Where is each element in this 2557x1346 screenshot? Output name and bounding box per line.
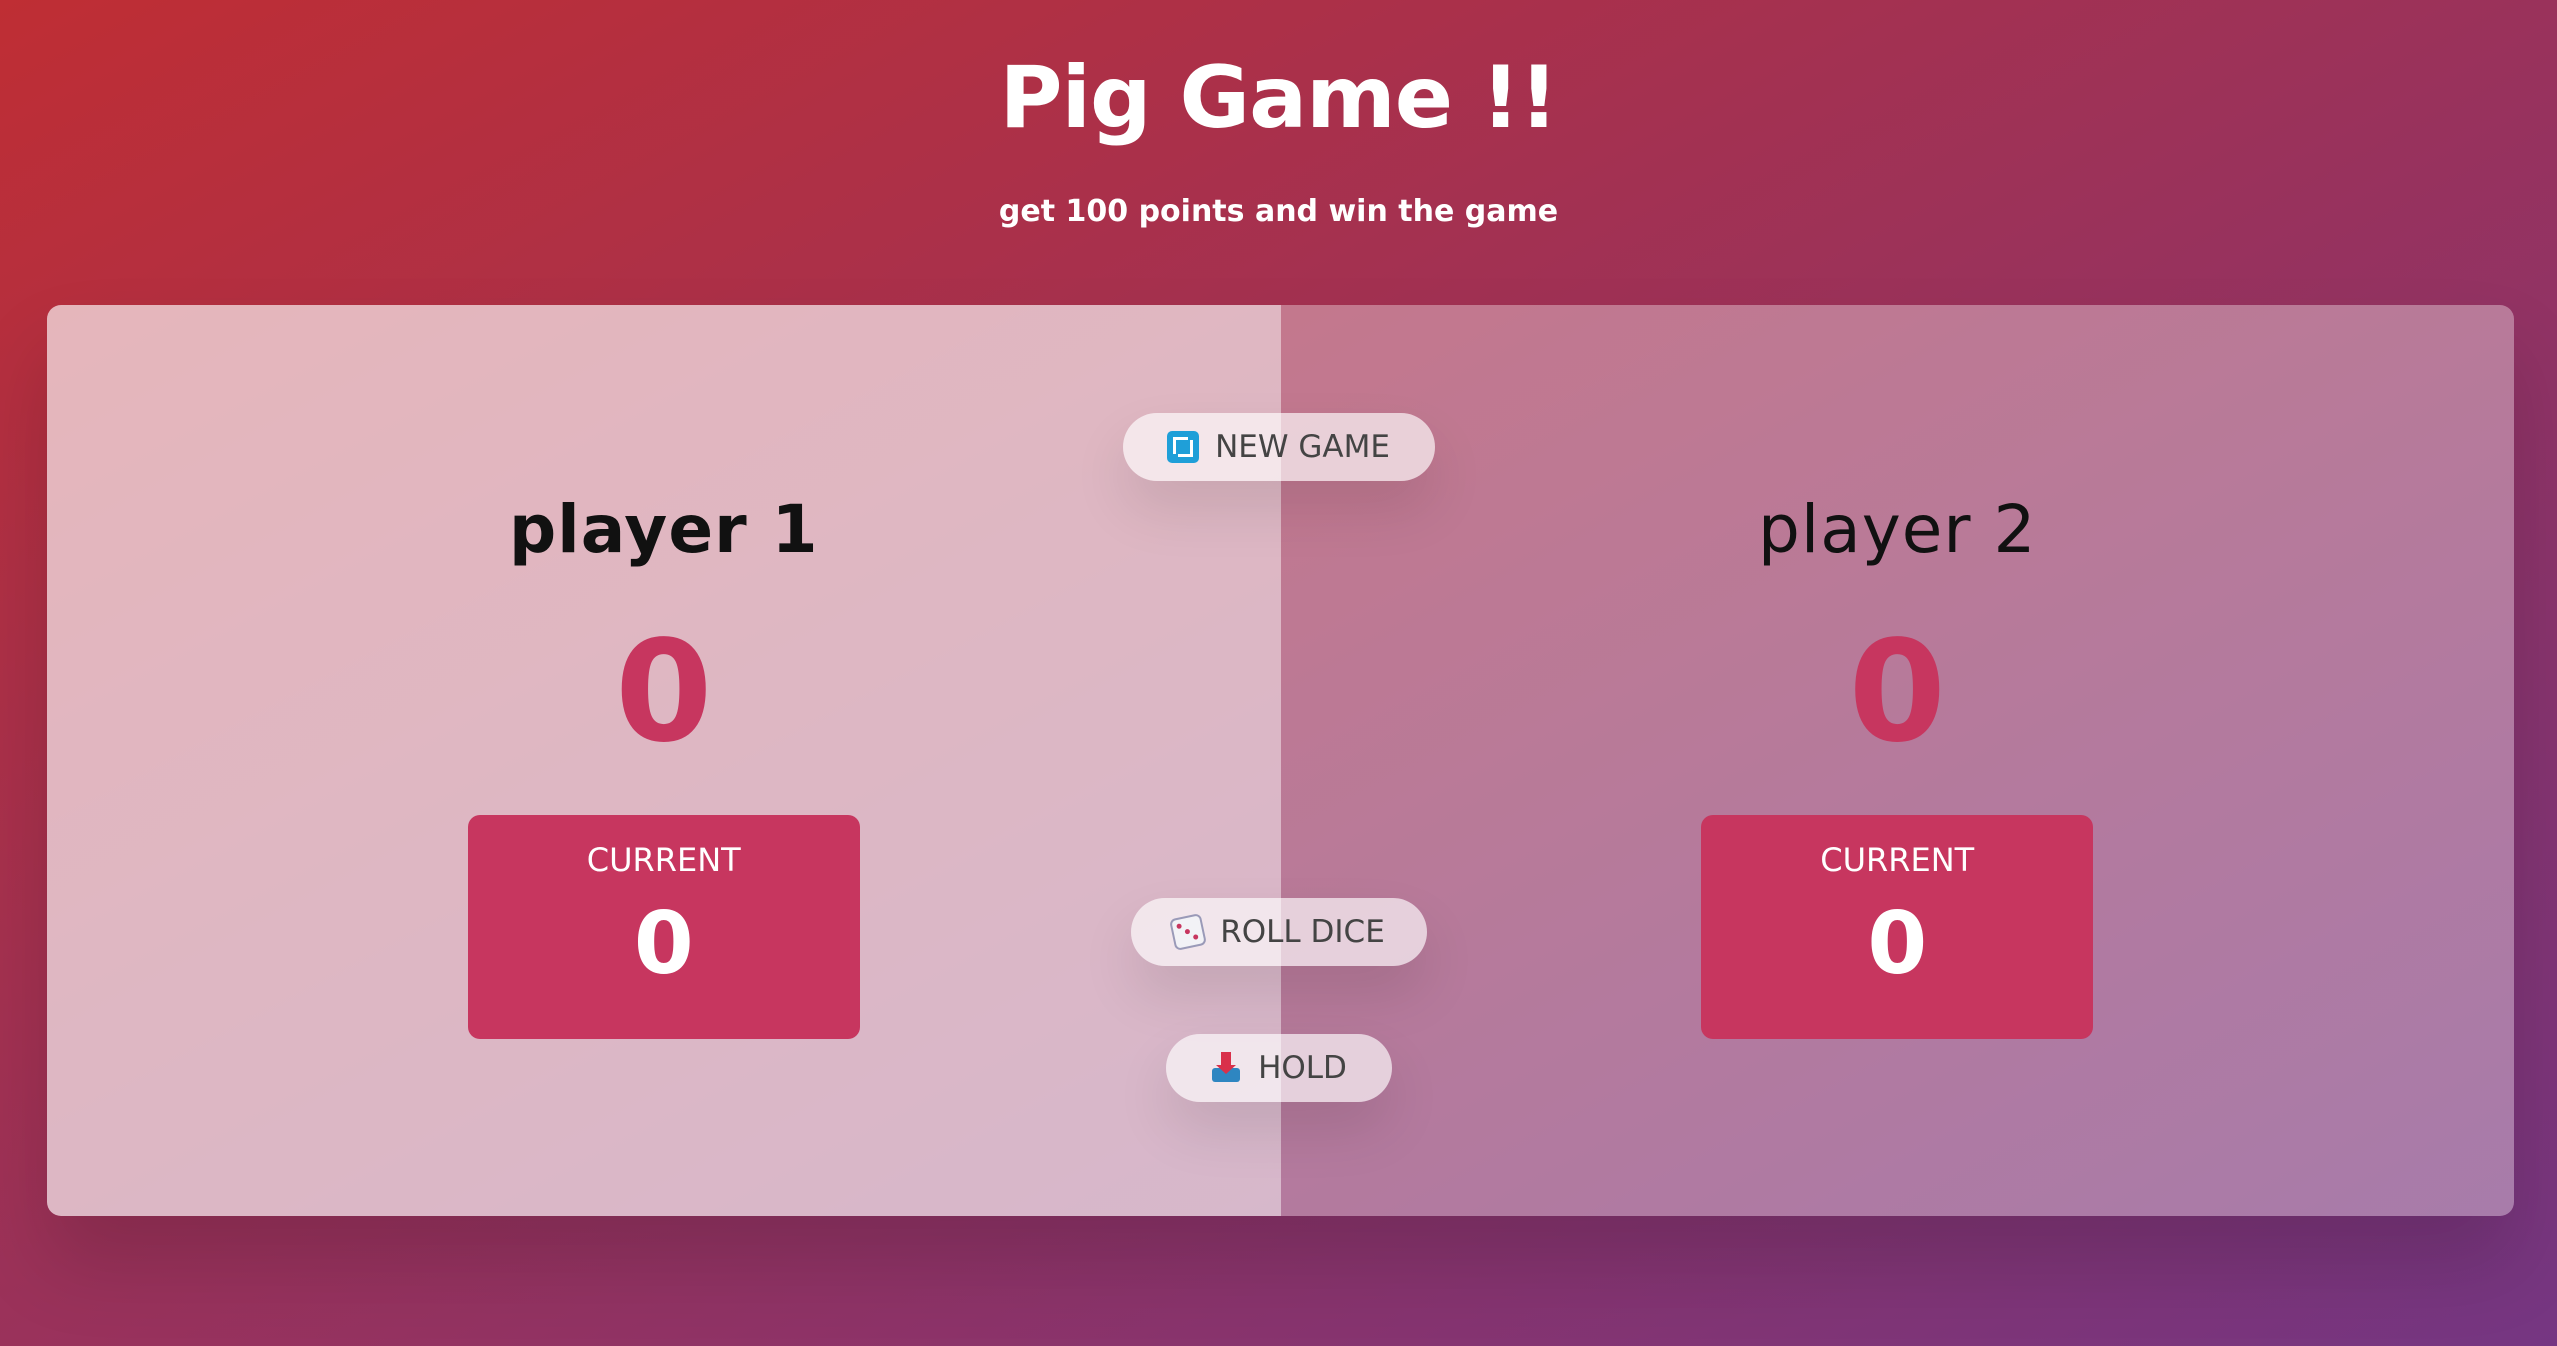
page-subtitle: get 100 points and win the game	[998, 194, 1559, 229]
hold-button[interactable]: HOLD	[1165, 1034, 1392, 1102]
player-1-current-box: CURRENT 0	[467, 815, 860, 1039]
refresh-icon	[1167, 431, 1200, 463]
player-1-panel: player 1 0 CURRENT 0	[47, 305, 1281, 1216]
player-1-name: player 1	[508, 491, 819, 568]
hold-label: HOLD	[1258, 1050, 1347, 1086]
player-2-current-label: CURRENT	[1820, 841, 1975, 879]
dice-icon	[1169, 913, 1208, 951]
roll-dice-button[interactable]: ROLL DICE	[1130, 898, 1427, 966]
player-2-score: 0	[1848, 611, 1946, 774]
new-game-label: NEW GAME	[1215, 429, 1390, 465]
player-1-score: 0	[615, 611, 713, 774]
player-1-current-score: 0	[633, 894, 694, 994]
player-2-name: player 2	[1758, 491, 2037, 568]
roll-dice-label: ROLL DICE	[1220, 914, 1385, 950]
inbox-tray-icon	[1210, 1052, 1242, 1084]
player-2-current-score: 0	[1867, 894, 1928, 994]
player-2-current-box: CURRENT 0	[1701, 815, 2094, 1039]
page-title: Pig Game !!	[999, 48, 1559, 148]
player-1-current-label: CURRENT	[586, 841, 741, 879]
new-game-button[interactable]: NEW GAME	[1122, 413, 1435, 481]
player-2-panel: player 2 0 CURRENT 0	[1280, 305, 2514, 1216]
